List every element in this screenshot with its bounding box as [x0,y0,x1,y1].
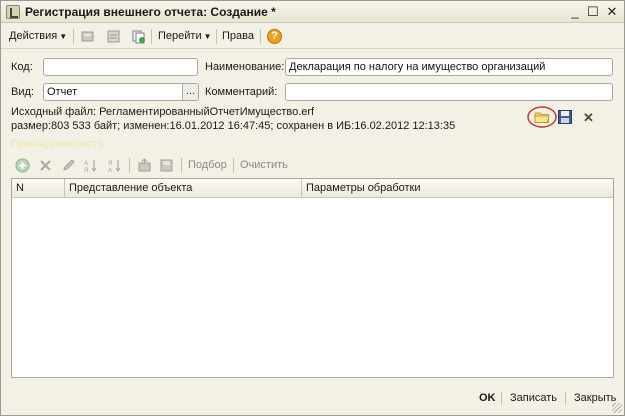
table-header: N Представление объекта Параметры обрабо… [12,179,613,198]
comment-label: Комментарий: [205,86,278,98]
file-size-info: размер:803 533 байт; изменен:16.01.2012 … [11,120,456,132]
edit-pencil-icon[interactable] [61,158,76,173]
source-file-info: Исходный файл: РегламентированныйОтчетИм… [11,106,315,118]
open-file-button[interactable] [526,105,558,129]
svg-text:Я: Я [84,168,88,173]
disabled-list-icon[interactable] [106,29,121,44]
ownership-table[interactable]: N Представление объекта Параметры обрабо… [11,178,614,378]
actions-menu-label: Действия [9,30,58,42]
kind-select-button[interactable]: ... [183,83,199,101]
svg-text:A: A [84,161,88,167]
toolbar-divider [216,29,217,44]
footer-divider [565,392,566,405]
minimize-button[interactable]: _ [567,4,583,19]
delete-row-icon[interactable] [38,158,53,173]
close-button[interactable]: Закрыть [574,391,616,405]
sort-descending-icon[interactable]: Я A [107,158,122,173]
footer-divider [501,392,502,405]
rights-button[interactable]: Права [222,28,254,45]
kind-label: Вид: [11,86,34,98]
save-table-icon[interactable] [159,158,174,173]
chevron-down-icon: ▼ [59,32,68,41]
goto-menu[interactable]: Перейти ▼ [158,28,212,45]
floppy-disk-icon[interactable] [557,109,573,125]
main-toolbar: Действия ▼ Перейти ▼ Права ? [1,24,624,49]
name-field[interactable]: Декларация по налогу на имущество органи… [285,58,613,76]
window-title: Регистрация внешнего отчета: Создание * [25,5,276,19]
move-up-icon[interactable] [137,158,152,173]
code-field[interactable] [43,58,198,76]
kind-field[interactable]: Отчет [43,83,183,101]
clear-button[interactable]: Очистить [240,158,288,173]
column-header-number[interactable]: N [12,179,65,198]
remove-file-button[interactable]: ✕ [583,110,594,126]
title-bar: Регистрация внешнего отчета: Создание * … [1,1,624,23]
chevron-down-icon: ▼ [203,32,212,41]
svg-text:Я: Я [108,161,112,167]
sort-ascending-icon[interactable]: A Я [83,158,98,173]
toolbar-divider [73,29,74,44]
table-toolbar-divider [233,158,234,173]
resize-grip[interactable] [612,403,622,413]
ok-button[interactable]: OK [479,391,496,405]
ownership-section-header: Принадлежность [11,138,105,150]
selection-button[interactable]: Подбор [188,158,227,173]
copy-document-icon[interactable] [131,29,146,44]
goto-menu-label: Перейти [158,30,202,42]
folder-open-icon [534,112,550,123]
comment-field[interactable] [285,83,613,101]
app-icon [6,5,20,19]
add-row-icon[interactable] [15,158,30,173]
report-registration-window: Регистрация внешнего отчета: Создание * … [0,0,625,416]
column-header-parameters[interactable]: Параметры обработки [302,179,613,198]
toolbar-divider [260,29,261,44]
column-header-object[interactable]: Представление объекта [65,179,302,198]
close-window-button[interactable]: ✕ [604,4,620,19]
disabled-write-icon[interactable] [80,29,95,44]
maximize-button[interactable]: ☐ [585,4,601,19]
name-label: Наименование: [205,61,285,73]
code-label: Код: [11,61,33,73]
table-toolbar-divider [129,158,130,173]
toolbar-divider [151,29,152,44]
save-button[interactable]: Записать [510,391,557,405]
actions-menu[interactable]: Действия ▼ [9,28,67,45]
svg-text:A: A [108,168,112,173]
help-icon[interactable]: ? [267,29,282,44]
table-toolbar-divider [181,158,182,173]
